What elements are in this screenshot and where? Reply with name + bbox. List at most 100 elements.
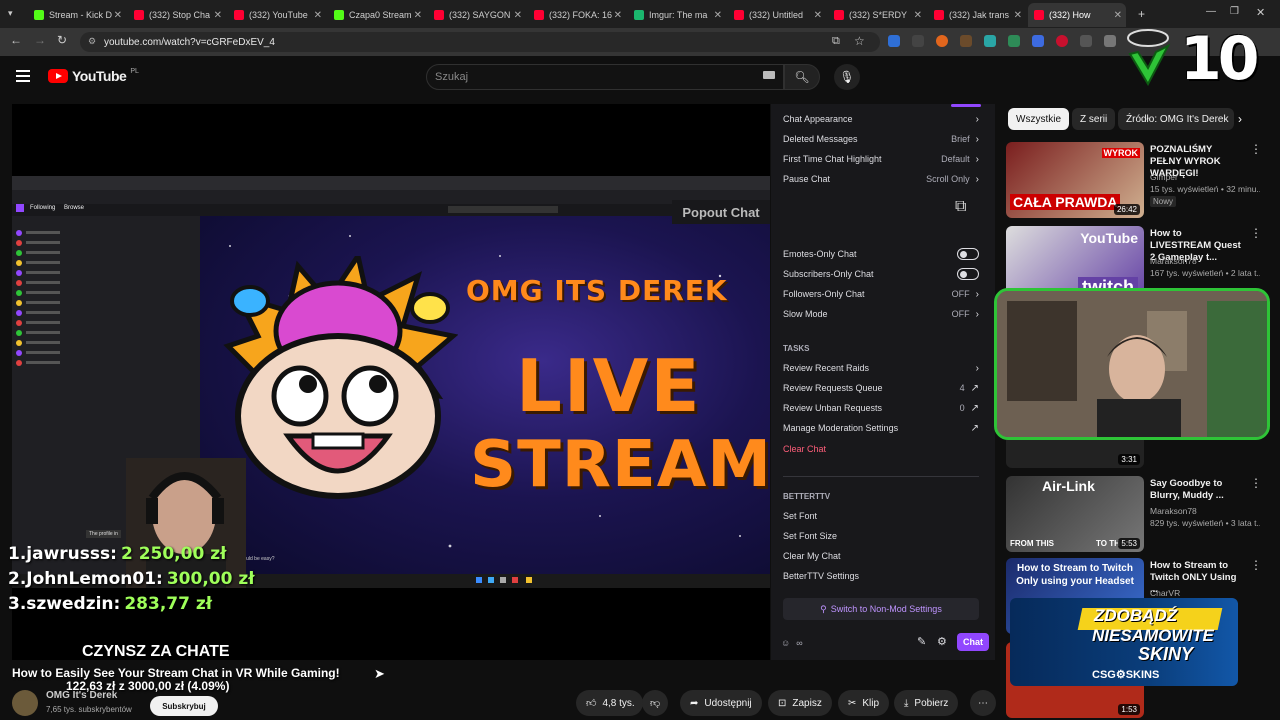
browser-tab[interactable]: #53fc18 Stream - Kick D✕ xyxy=(28,3,126,27)
chat-send-button[interactable]: Chat xyxy=(957,633,989,651)
extension-icon[interactable] xyxy=(960,35,972,47)
address-bar[interactable]: ⚙ youtube.com/watch?v=cGRFeDxEV_4 ⧉ ☆ xyxy=(80,32,880,52)
bttv-menu-item[interactable]: BetterTTV Settings xyxy=(783,568,979,584)
tab-close-icon[interactable]: ✕ xyxy=(814,10,822,21)
switch-non-mod-button[interactable]: ⚲ Switch to Non-Mod Settings xyxy=(783,598,979,620)
subscribe-button[interactable]: Subskrybuj xyxy=(150,696,218,716)
emote-picker-icon[interactable]: ☺ xyxy=(781,638,790,648)
browser-tab[interactable]: #53fc18 Czapa0 Stream✕ xyxy=(328,3,426,27)
tab-search-icon[interactable]: ▾ xyxy=(8,8,13,19)
tab-close-icon[interactable]: ✕ xyxy=(314,10,322,21)
chat-input[interactable]: ☺ ∞ xyxy=(781,634,919,652)
chat-menu-item[interactable]: Manage Moderation Settings ↗ xyxy=(783,420,979,436)
chat-menu-item[interactable]: Deleted Messages Brief › xyxy=(783,131,979,147)
youtube-logo[interactable]: YouTube PL xyxy=(48,68,139,84)
chat-menu-item[interactable]: First Time Chat Highlight Default › xyxy=(783,151,979,167)
clip-button[interactable]: ✂ Klip xyxy=(838,690,890,716)
chat-menu-item[interactable]: Followers-Only Chat OFF › xyxy=(783,286,979,302)
extension-icon[interactable] xyxy=(1008,35,1020,47)
more-options-icon[interactable]: ⋮ xyxy=(1250,558,1262,572)
tab-close-icon[interactable]: ✕ xyxy=(514,10,522,21)
bttv-menu-item[interactable]: Set Font Size xyxy=(783,528,979,544)
install-app-icon[interactable]: ⧉ xyxy=(832,35,840,48)
voice-search-button[interactable]: 🎙︎ xyxy=(834,64,860,90)
bttv-menu-item[interactable]: Clear My Chat xyxy=(783,548,979,564)
recommendation-thumbnail[interactable]: CAŁA PRAWDA WYROK 26:42 xyxy=(1006,142,1144,218)
recommendation-channel[interactable]: Gimper xyxy=(1150,172,1178,182)
extension-icon[interactable] xyxy=(1056,35,1068,47)
extensions-puzzle-icon[interactable] xyxy=(1104,35,1116,47)
recommendation-title[interactable]: Say Goodbye to Blurry, Muddy ... xyxy=(1150,478,1245,502)
tab-close-icon[interactable]: ✕ xyxy=(1114,10,1122,21)
chat-menu-item[interactable]: Emotes-Only Chat xyxy=(783,246,979,262)
tab-close-icon[interactable]: ✕ xyxy=(714,10,722,21)
share-button[interactable]: ➦ Udostępnij xyxy=(680,690,762,716)
chips-next-chevron-icon[interactable]: › xyxy=(1238,112,1242,126)
chat-menu-item[interactable]: Slow Mode OFF › xyxy=(783,306,979,322)
recommendation-channel[interactable]: Marakson78 xyxy=(1150,506,1197,516)
extension-icon[interactable] xyxy=(1032,35,1044,47)
menu-hamburger-icon[interactable] xyxy=(16,70,30,82)
bttv-menu-item[interactable]: Set Font xyxy=(783,508,979,524)
filter-chip[interactable]: Wszystkie xyxy=(1008,108,1069,130)
browser-tab[interactable]: #ff0033 (332) Untitled ✕ xyxy=(728,3,826,27)
tab-close-icon[interactable]: ✕ xyxy=(1014,10,1022,21)
filter-chip[interactable]: Źródło: OMG It's Derek xyxy=(1118,108,1234,130)
keyboard-icon[interactable] xyxy=(763,71,775,79)
tab-close-icon[interactable]: ✕ xyxy=(114,10,122,21)
tab-close-icon[interactable]: ✕ xyxy=(614,10,622,21)
browser-tab[interactable]: #ff0033 (332) How ✕ xyxy=(1028,3,1126,27)
search-button[interactable]: 🔍︎ xyxy=(784,64,820,90)
maximize-icon[interactable]: ❐ xyxy=(1230,6,1239,17)
channel-name[interactable]: OMG It's Derek xyxy=(46,690,117,701)
chat-menu-item[interactable]: Review Recent Raids › xyxy=(783,360,979,376)
extension-icon[interactable] xyxy=(912,35,924,47)
chat-menu-item[interactable]: Chat Appearance › xyxy=(783,111,979,127)
save-button[interactable]: ⊡ Zapisz xyxy=(768,690,832,716)
more-actions-button[interactable]: ⋯ xyxy=(970,690,996,716)
reload-icon[interactable]: ↻ xyxy=(57,33,67,47)
more-options-icon[interactable]: ⋮ xyxy=(1250,142,1262,156)
dislike-button[interactable]: 👎︎ xyxy=(642,690,669,716)
browser-tab[interactable]: #ff0033 (332) Jak trans ✕ xyxy=(928,3,1026,27)
settings-gear-icon[interactable]: ⚙ xyxy=(937,635,947,648)
browser-tab[interactable]: #ff0033 (332) SAYGON✕ xyxy=(428,3,526,27)
search-input[interactable]: Szukaj xyxy=(426,64,784,90)
new-tab-button[interactable]: + xyxy=(1138,7,1145,21)
like-button[interactable]: 👍︎ 4,8 tys. xyxy=(576,690,643,716)
tab-close-icon[interactable]: ✕ xyxy=(214,10,222,21)
recommendation-channel[interactable]: Marakson78 xyxy=(1150,256,1197,266)
more-options-icon[interactable]: ⋮ xyxy=(1250,476,1262,490)
close-window-icon[interactable]: ✕ xyxy=(1256,6,1265,19)
chat-menu-item[interactable]: Pause Chat Scroll Only › xyxy=(783,171,979,187)
filter-chip[interactable]: Z serii xyxy=(1072,108,1116,130)
extension-icon[interactable] xyxy=(984,35,996,47)
browser-tab[interactable]: #ff0033 (332) S*ERDY ✕ xyxy=(828,3,926,27)
minimize-icon[interactable]: — xyxy=(1206,6,1216,17)
browser-tab[interactable]: #1bb76e Imgur: The ma ✕ xyxy=(628,3,726,27)
extension-icon[interactable] xyxy=(936,35,948,47)
ad-overlay[interactable]: ZDOBĄDŹ NIESAMOWITE SKINY CSG⚙SKINS xyxy=(1010,598,1238,686)
chat-menu-item[interactable]: Review Requests Queue 4 ↗ xyxy=(783,380,979,396)
tab-close-icon[interactable]: ✕ xyxy=(414,10,422,21)
browser-tab[interactable]: #ff0033 (332) YouTube ✕ xyxy=(228,3,326,27)
clear-chat-button[interactable]: Clear Chat xyxy=(783,441,979,457)
forward-icon[interactable]: → xyxy=(34,33,46,47)
browser-tab[interactable]: #ff0033 (332) FOKA: 16✕ xyxy=(528,3,626,27)
more-options-icon[interactable]: ⋮ xyxy=(1250,226,1262,240)
chat-menu-item[interactable]: Subscribers-Only Chat xyxy=(783,266,979,282)
tab-close-icon[interactable]: ✕ xyxy=(914,10,922,21)
chat-menu-item[interactable]: Review Unban Requests 0 ↗ xyxy=(783,400,979,416)
extension-icon[interactable] xyxy=(888,35,900,47)
site-info-icon[interactable]: ⚙ xyxy=(88,36,96,47)
extension-icon[interactable] xyxy=(1080,35,1092,47)
browser-tab[interactable]: #ff0033 (332) Stop Cha✕ xyxy=(128,3,226,27)
bookmark-star-icon[interactable]: ☆ xyxy=(854,34,865,48)
recommendation-thumbnail[interactable]: Air-Link FROM THIS TO TH 5:53 xyxy=(1006,476,1144,552)
channel-avatar[interactable] xyxy=(12,690,38,716)
popout-icon[interactable]: ⧉ xyxy=(955,198,966,216)
toggle-switch[interactable] xyxy=(957,268,979,280)
download-button[interactable]: ⤓ Pobierz xyxy=(894,690,959,716)
toggle-switch[interactable] xyxy=(957,248,979,260)
pencil-icon[interactable]: ✎ xyxy=(917,635,926,648)
